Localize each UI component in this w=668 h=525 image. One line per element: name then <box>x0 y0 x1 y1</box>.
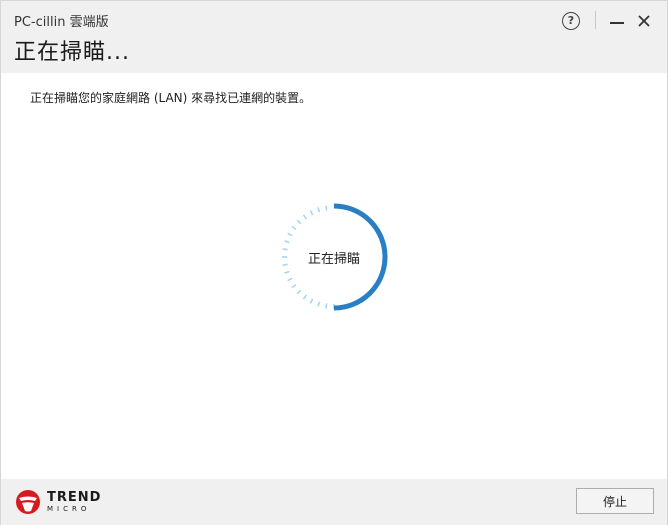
close-button[interactable] <box>632 9 656 33</box>
app-window: PC-cillin 雲端版 正在掃瞄... ? 正在掃瞄您的家庭網路 (LAN)… <box>0 0 668 525</box>
scan-spinner: 正在掃瞄 <box>278 201 390 313</box>
title-bar: PC-cillin 雲端版 正在掃瞄... ? <box>1 1 667 73</box>
minimize-icon <box>610 22 624 24</box>
stop-button[interactable]: 停止 <box>576 488 654 514</box>
trend-micro-logo: TREND MICRO <box>15 489 101 515</box>
help-circle-icon: ? <box>562 12 580 30</box>
close-icon <box>638 15 650 27</box>
help-button[interactable]: ? <box>559 9 583 33</box>
app-title: PC-cillin 雲端版 <box>14 15 109 30</box>
logo-main-text: TREND <box>47 490 102 505</box>
trend-micro-ball-icon <box>16 490 40 514</box>
minimize-button[interactable] <box>605 9 629 33</box>
footer-bar: TREND MICRO 停止 <box>1 479 667 525</box>
spinner-label: 正在掃瞄 <box>307 251 360 267</box>
title-bar-divider <box>595 11 596 29</box>
logo-sub-text: MICRO <box>47 505 91 513</box>
page-title: 正在掃瞄... <box>14 40 130 65</box>
scan-description: 正在掃瞄您的家庭網路 (LAN) 來尋找已連網的裝置。 <box>30 91 312 105</box>
